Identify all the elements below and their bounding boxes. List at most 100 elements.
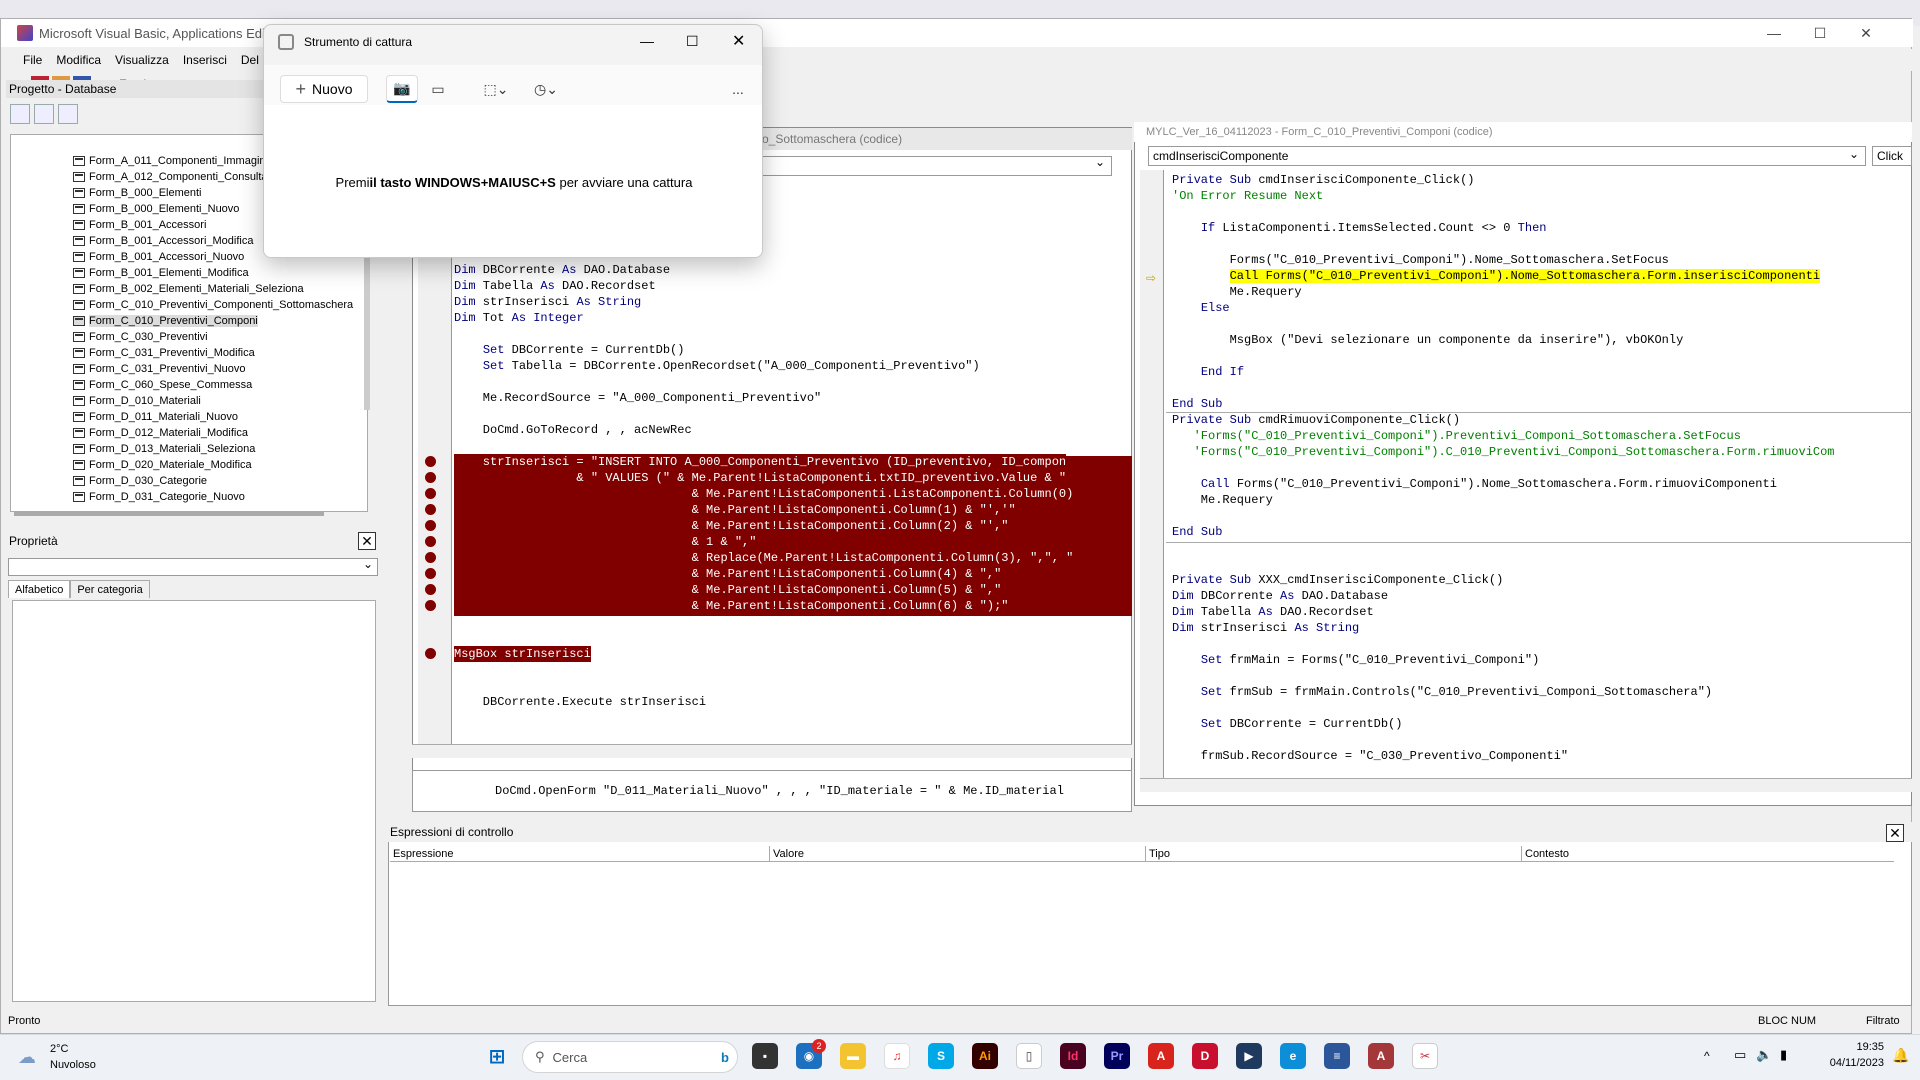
menu-visualizza[interactable]: Visualizza: [115, 53, 169, 67]
weather-widget[interactable]: ☁ 2°C Nuvoloso: [18, 1041, 138, 1075]
minimize-icon[interactable]: —: [1751, 19, 1797, 47]
taskbar-search[interactable]: ⚲ Cerca b: [522, 1041, 738, 1073]
maximize-icon[interactable]: ☐: [1797, 19, 1843, 47]
tree-item[interactable]: Form_B_000_Elementi_Nuovo: [73, 201, 239, 217]
skype-icon[interactable]: S: [928, 1043, 954, 1069]
tree-item[interactable]: Form_D_012_Materiali_Modifica: [73, 425, 248, 441]
tree-item[interactable]: Form_C_031_Preventivi_Nuovo: [73, 361, 246, 377]
tree-item[interactable]: Form_D_010_Materiali: [73, 393, 201, 409]
music-icon[interactable]: ♫: [884, 1043, 910, 1069]
procedure-combo[interactable]: Click: [1872, 146, 1912, 166]
breakpoint-icon[interactable]: [425, 648, 436, 659]
access-icon[interactable]: A: [1368, 1043, 1394, 1069]
properties-grid[interactable]: [12, 600, 376, 1002]
snip-new-button[interactable]: + Nuovo: [280, 75, 368, 103]
tree-item[interactable]: Form_D_013_Materiali_Seleziona: [73, 441, 255, 457]
edge-icon[interactable]: e: [1280, 1043, 1306, 1069]
tree-item[interactable]: Form_A_012_Componenti_Consulta: [73, 169, 268, 185]
toggle-folders-icon[interactable]: [58, 104, 78, 124]
breakpoint-icon[interactable]: [425, 488, 436, 499]
breakpoint-icon[interactable]: [425, 568, 436, 579]
task-view-icon[interactable]: ▪: [752, 1043, 778, 1069]
code-window-under[interactable]: DoCmd.OpenForm "D_011_Materiali_Nuovo" ,…: [412, 770, 1132, 812]
tree-item[interactable]: Form_C_030_Preventivi: [73, 329, 208, 345]
properties-object-combo[interactable]: [8, 557, 378, 576]
column-contesto[interactable]: Contesto: [1522, 846, 1894, 861]
code-back-hscrollbar[interactable]: [412, 744, 1132, 758]
camera-icon[interactable]: 📷: [386, 75, 418, 103]
code-right-gutter[interactable]: [1140, 170, 1164, 788]
tree-item[interactable]: Form_B_001_Elementi_Modifica: [73, 265, 249, 281]
snip-maximize-icon[interactable]: ☐: [686, 33, 699, 50]
snip-message: Premi il tasto WINDOWS+MAIUSC+S per avvi…: [264, 105, 762, 257]
project-tree-hscrollbar[interactable]: [14, 512, 324, 516]
notepad-icon[interactable]: ≡: [1324, 1043, 1350, 1069]
breakpoint-icon[interactable]: [425, 520, 436, 531]
chevron-up-icon[interactable]: ^: [1704, 1049, 1710, 1063]
view-code-icon[interactable]: [10, 104, 30, 124]
tree-item[interactable]: Form_B_001_Accessori: [73, 217, 206, 233]
premiere-icon[interactable]: Pr: [1104, 1043, 1130, 1069]
code-line: Dim strInserisci As String: [454, 295, 642, 309]
tree-item[interactable]: Form_C_010_Preventivi_Componi: [73, 313, 258, 329]
view-object-icon[interactable]: [34, 104, 54, 124]
breakpoint-icon[interactable]: [425, 600, 436, 611]
breakpoint-icon[interactable]: [425, 536, 436, 547]
properties-close-icon[interactable]: ✕: [358, 532, 376, 550]
tree-item[interactable]: Form_A_011_Componenti_Immagini: [73, 153, 268, 169]
tree-item[interactable]: Form_B_000_Elementi: [73, 185, 202, 201]
tree-item[interactable]: Form_B_001_Accessori_Nuovo: [73, 249, 244, 265]
snip-minimize-icon[interactable]: —: [640, 33, 654, 49]
windows-start-icon[interactable]: ⊞: [484, 1043, 510, 1069]
breakpoint-icon[interactable]: [425, 472, 436, 483]
code-line: frmSub.RecordSource = "C_030_Preventivo_…: [1172, 749, 1569, 763]
tree-item[interactable]: Form_D_031_Categorie_Nuovo: [73, 489, 245, 505]
terminal-icon[interactable]: ▶: [1236, 1043, 1262, 1069]
tree-item[interactable]: Form_C_031_Preventivi_Modifica: [73, 345, 255, 361]
breakpoint-icon[interactable]: [425, 584, 436, 595]
breakpoint-icon[interactable]: [425, 504, 436, 515]
menu-modifica[interactable]: Modifica: [56, 53, 101, 67]
menu-inserisci[interactable]: Inserisci: [183, 53, 227, 67]
menu-debug[interactable]: Del: [241, 53, 259, 67]
snipping-tool-icon[interactable]: ✂: [1412, 1043, 1438, 1069]
more-options-icon[interactable]: ...: [724, 75, 752, 103]
object-combo[interactable]: cmdInserisciComponente: [1148, 145, 1866, 166]
tree-item[interactable]: Form_C_060_Spese_Commessa: [73, 377, 252, 393]
column-tipo[interactable]: Tipo: [1146, 846, 1522, 861]
tree-item[interactable]: Form_D_030_Categorie: [73, 473, 207, 489]
column-valore[interactable]: Valore: [770, 846, 1146, 861]
breakpoint-icon[interactable]: [425, 552, 436, 563]
snip-close-icon[interactable]: ✕: [732, 31, 745, 51]
dwg-icon[interactable]: D: [1192, 1043, 1218, 1069]
snip-title-bar[interactable]: Strumento di cattura — ☐ ✕: [264, 25, 762, 59]
close-icon[interactable]: ✕: [1843, 19, 1889, 47]
tree-item[interactable]: Form_D_011_Materiali_Nuovo: [73, 409, 238, 425]
menu-file[interactable]: File: [23, 53, 42, 67]
breakpoint-icon[interactable]: [425, 456, 436, 467]
file-explorer-icon[interactable]: ▬: [840, 1043, 866, 1069]
tree-item[interactable]: Form_B_001_Accessori_Modifica: [73, 233, 253, 249]
indesign-icon[interactable]: Id: [1060, 1043, 1086, 1069]
notification-bell-icon[interactable]: 🔔: [1892, 1047, 1909, 1064]
video-icon[interactable]: ▭: [422, 75, 454, 103]
network-icon[interactable]: ▭: [1734, 1047, 1746, 1063]
volume-icon[interactable]: 🔈: [1756, 1047, 1772, 1063]
form-icon: [73, 332, 85, 342]
document-icon[interactable]: ▯: [1016, 1043, 1042, 1069]
tree-item[interactable]: Form_B_002_Elementi_Materiali_Seleziona: [73, 281, 304, 297]
taskbar-clock[interactable]: 19:35 04/11/2023: [1804, 1039, 1884, 1075]
column-espressione[interactable]: Espressione: [390, 846, 770, 861]
timer-icon[interactable]: ◷⌄: [526, 75, 566, 103]
acrobat-icon[interactable]: A: [1148, 1043, 1174, 1069]
tab-alfabetico[interactable]: Alfabetico: [8, 580, 71, 598]
tab-per-categoria[interactable]: Per categoria: [70, 580, 150, 598]
code-right-hscrollbar[interactable]: [1140, 778, 1912, 792]
code-back-gutter[interactable]: [418, 212, 452, 756]
snip-mode-icon[interactable]: ⬚⌄: [476, 75, 516, 103]
tree-item[interactable]: Form_D_020_Materiale_Modifica: [73, 457, 252, 473]
battery-icon[interactable]: ▮: [1780, 1047, 1787, 1063]
tree-item[interactable]: Form_C_010_Preventivi_Componenti_Sottoma…: [73, 297, 353, 313]
illustrator-icon[interactable]: Ai: [972, 1043, 998, 1069]
watch-close-icon[interactable]: ✕: [1886, 824, 1904, 842]
